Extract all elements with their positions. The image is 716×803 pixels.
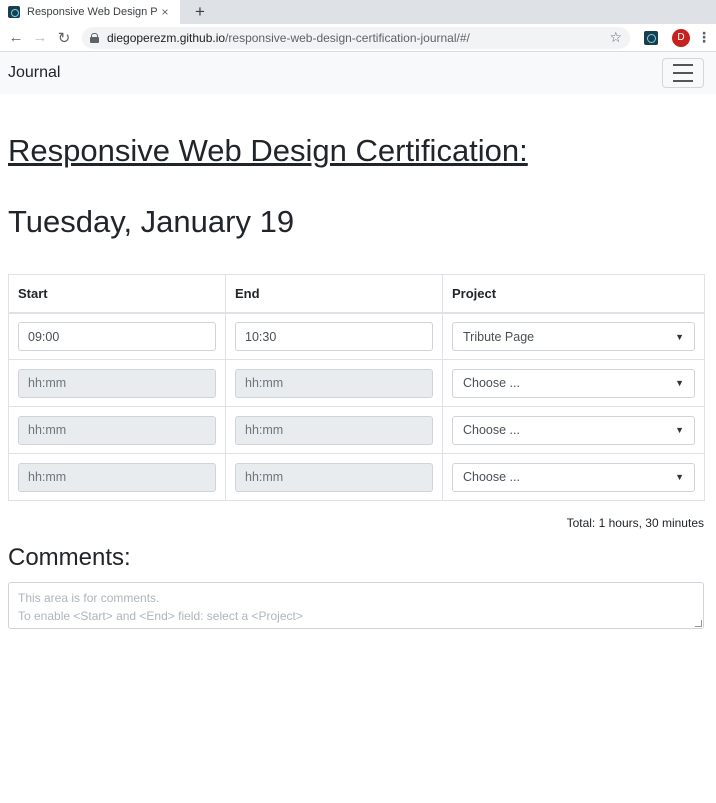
end-cell [225,453,443,502]
end-time-input[interactable] [235,368,433,398]
start-time-input[interactable] [18,322,216,352]
chevron-down-icon: ▼ [675,378,684,389]
start-time-input[interactable] [18,368,216,398]
react-extension-icon[interactable] [644,30,658,45]
address-bar[interactable]: diegoperezm.github.io/responsive-web-des… [82,26,630,49]
main-content: Responsive Web Design Certification: Tue… [0,132,716,630]
bookmark-star-icon[interactable]: ☆ [609,29,622,46]
table-row: Choose ... ▼ [8,359,705,408]
back-icon[interactable]: ← [4,26,28,50]
comments-heading: Comments: [8,544,131,572]
start-time-input[interactable] [18,415,216,445]
end-cell [225,406,443,455]
project-select-value: Tribute Page [463,329,535,344]
end-time-input[interactable] [235,462,433,492]
hamburger-line [673,72,693,74]
total-duration: Total: 1 hours, 30 minutes [566,516,704,531]
new-tab-button[interactable]: + [190,2,210,22]
end-cell [225,312,443,361]
start-cell [8,453,226,502]
url-path: /responsive-web-design-certification-jou… [225,30,470,45]
page-title: Responsive Web Design Certification: [8,133,528,168]
table-row: Tribute Page ▼ [8,312,705,361]
chevron-down-icon: ▼ [675,331,684,342]
date-heading: Tuesday, January 19 [8,204,295,240]
project-cell: Choose ... ▼ [442,453,705,502]
browser-tabstrip: Responsive Web Design Pr × + [0,0,716,24]
hamburger-line [673,64,693,66]
header-start: Start [8,274,226,314]
end-cell [225,359,443,408]
project-select-value: Choose ... [463,470,520,485]
project-cell: Choose ... ▼ [442,406,705,455]
navbar-brand[interactable]: Journal [8,64,60,82]
browser-tab[interactable]: Responsive Web Design Pr × [0,0,180,24]
comments-textarea[interactable]: This area is for comments. To enable <St… [8,582,704,630]
table-row: Choose ... ▼ [8,406,705,455]
project-select[interactable]: Choose ... ▼ [452,368,695,398]
end-time-input[interactable] [235,322,433,352]
comments-placeholder-line1: This area is for comments. [18,591,160,606]
start-time-input[interactable] [18,462,216,492]
table-row: Choose ... ▼ [8,453,705,502]
project-select[interactable]: Choose ... ▼ [452,462,695,492]
start-cell [8,406,226,455]
time-table: Start End Project Tribute Page ▼ [8,274,705,502]
project-select[interactable]: Choose ... ▼ [452,415,695,445]
header-project: Project [442,274,705,314]
resize-handle-icon[interactable] [695,620,702,628]
react-favicon-icon [8,6,20,18]
chevron-down-icon: ▼ [675,425,684,436]
navbar-toggler-button[interactable] [662,58,704,88]
url-host: diegoperezm.github.io [107,30,226,45]
lock-icon [90,32,99,43]
forward-icon[interactable]: → [28,26,52,50]
start-cell [8,359,226,408]
tab-close-icon[interactable]: × [158,5,172,19]
hamburger-line [673,80,693,82]
reload-icon[interactable]: ↻ [52,26,76,50]
start-cell [8,312,226,361]
project-select-value: Choose ... [463,376,520,391]
tab-title: Responsive Web Design Pr [27,6,158,18]
project-select-value: Choose ... [463,423,520,438]
url-text: diegoperezm.github.io/responsive-web-des… [107,31,609,45]
project-cell: Tribute Page ▼ [442,312,705,361]
chevron-down-icon: ▼ [675,472,684,483]
project-cell: Choose ... ▼ [442,359,705,408]
table-header-row: Start End Project [8,274,705,314]
page-navbar: Journal [0,52,716,94]
comments-placeholder-line2: To enable <Start> and <End> field: selec… [18,609,303,624]
browser-toolbar: ← → ↻ diegoperezm.github.io/responsive-w… [0,24,716,52]
browser-menu-icon[interactable]: ⋮ [696,29,712,46]
end-time-input[interactable] [235,415,433,445]
header-end: End [225,274,443,314]
profile-avatar[interactable]: D [672,28,690,47]
project-select[interactable]: Tribute Page ▼ [452,322,695,352]
